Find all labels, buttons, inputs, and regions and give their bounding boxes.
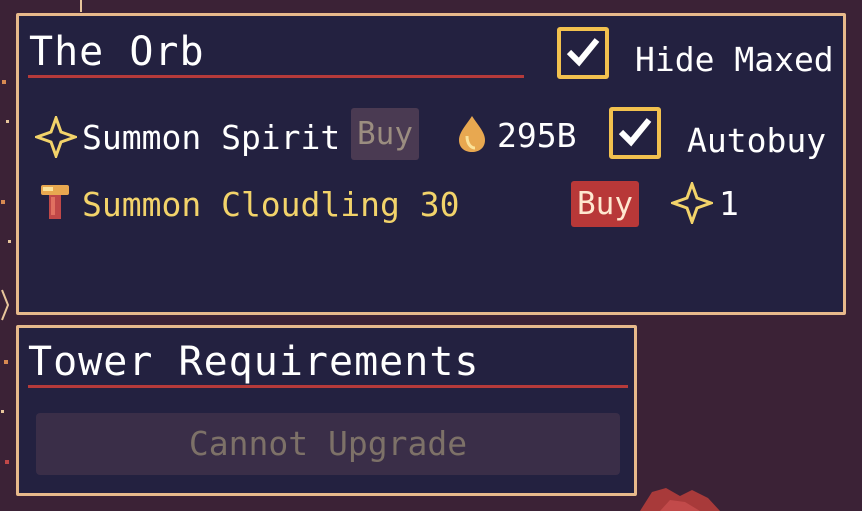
background-rocks bbox=[640, 488, 720, 511]
mushroom-icon bbox=[41, 185, 69, 219]
summon-spirit-buy-button[interactable]: Buy bbox=[351, 108, 419, 160]
summon-cloudling-buy-button[interactable]: Buy bbox=[571, 181, 639, 227]
orb-panel: The Orb Hide Maxed Summon Spirit Buy 295… bbox=[16, 13, 846, 315]
checkmark-icon bbox=[618, 118, 652, 147]
checkmark-icon bbox=[566, 38, 600, 67]
autobuy-checkbox[interactable] bbox=[609, 107, 661, 159]
tower-title-underline bbox=[28, 385, 628, 388]
summon-spirit-label: Summon Spirit bbox=[82, 118, 341, 157]
hide-maxed-label: Hide Maxed bbox=[635, 40, 834, 79]
summon-spirit-cost: 295B bbox=[497, 116, 577, 155]
orb-title-underline bbox=[28, 75, 524, 78]
spirit-sparkle-icon bbox=[671, 182, 713, 224]
autobuy-label: Autobuy bbox=[687, 121, 827, 160]
tower-requirements-panel: Tower Requirements Cannot Upgrade bbox=[16, 325, 637, 496]
summon-cloudling-cost: 1 bbox=[719, 184, 739, 223]
hide-maxed-checkbox[interactable] bbox=[557, 27, 609, 79]
cannot-upgrade-button[interactable]: Cannot Upgrade bbox=[36, 413, 620, 475]
spirit-sparkle-icon bbox=[35, 116, 77, 158]
orb-panel-title: The Orb bbox=[29, 29, 205, 75]
tower-requirements-title: Tower Requirements bbox=[28, 339, 480, 385]
summon-cloudling-label: Summon Cloudling 30 bbox=[82, 185, 460, 224]
essence-drop-icon bbox=[459, 116, 485, 152]
background-frame-line bbox=[80, 0, 82, 12]
background-decoration bbox=[1, 80, 11, 464]
